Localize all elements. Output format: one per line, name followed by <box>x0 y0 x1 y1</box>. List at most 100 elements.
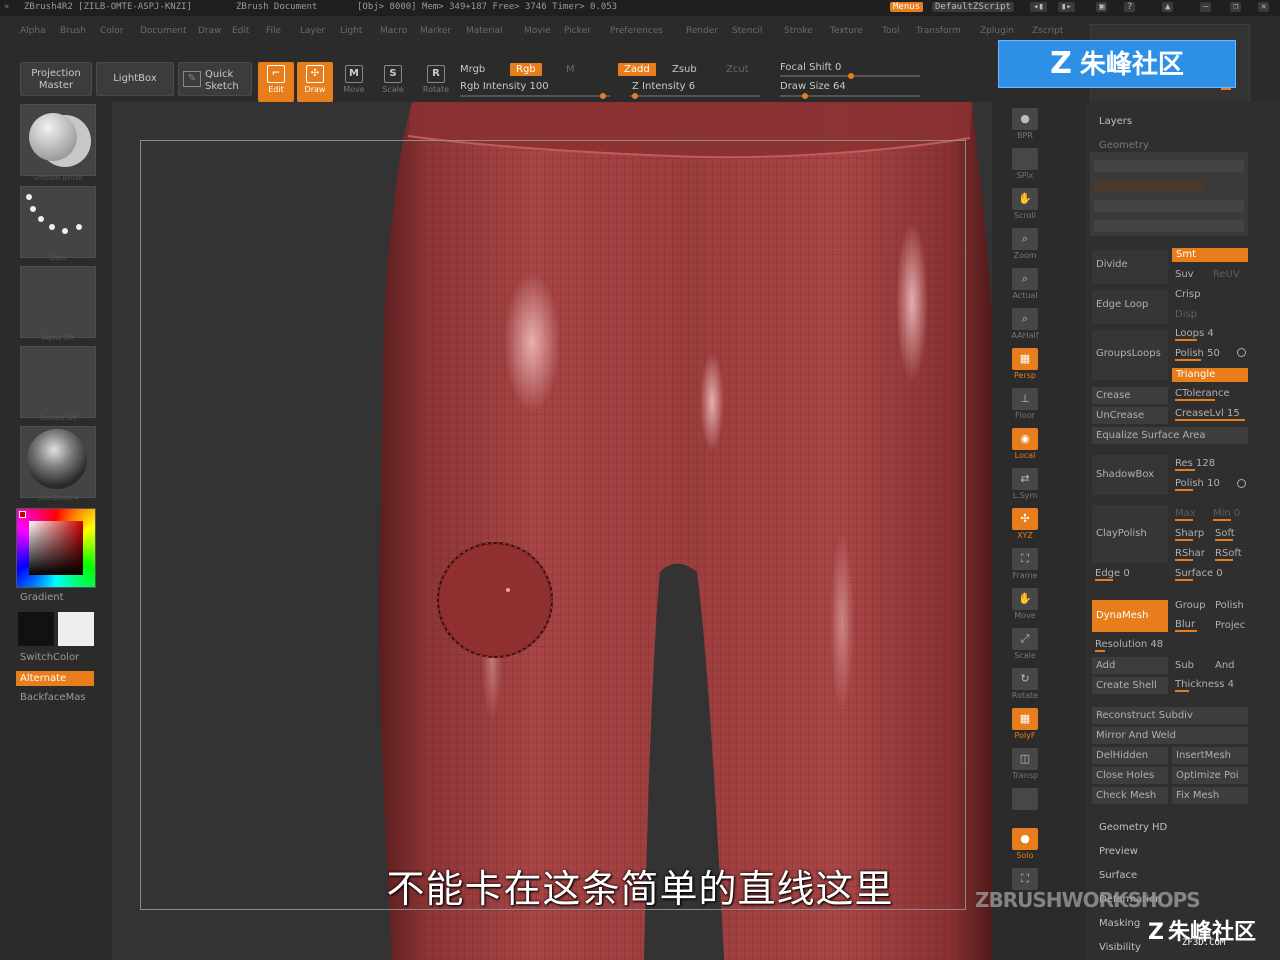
resolution-slider[interactable]: Resolution 48 <box>1092 636 1163 653</box>
view-tool-ghost[interactable] <box>1008 788 1042 826</box>
view-tool-transp[interactable]: ◫ Transp <box>1008 748 1042 786</box>
menus-button[interactable]: Menus <box>890 2 924 12</box>
lock-icon[interactable]: ▲ <box>1162 2 1174 12</box>
prev-layout-icon[interactable]: ◂▮ <box>1030 2 1047 12</box>
shadowbox-curve-icon[interactable] <box>1237 479 1246 488</box>
menu-item-preferences[interactable]: Preferences <box>610 26 663 36</box>
menu-item-alpha[interactable]: Alpha <box>20 26 46 36</box>
edit-mode-button[interactable]: ⌐ Edit <box>258 62 294 102</box>
equalize-surface-area-button[interactable]: Equalize Surface Area <box>1092 427 1248 444</box>
view-tool-scroll[interactable]: ✋ Scroll <box>1008 188 1042 226</box>
triangle-toggle[interactable]: Triangle <box>1172 368 1248 382</box>
menu-item-file[interactable]: File <box>266 26 281 36</box>
view-tool-polyf[interactable]: ▦ PolyF <box>1008 708 1042 746</box>
next-layout-icon[interactable]: ▮▸ <box>1058 2 1075 12</box>
rgb-toggle[interactable]: Rgb <box>510 63 542 76</box>
view-tool-xyz[interactable]: ✣ XYZ <box>1008 508 1042 546</box>
visibility-section[interactable]: Visibility <box>1099 942 1141 953</box>
close-icon[interactable]: ✕ <box>1258 2 1270 12</box>
main-color-swatch[interactable] <box>19 511 26 518</box>
view-tool-local[interactable]: ◉ Local <box>1008 428 1042 466</box>
rshar-slider[interactable]: RShar <box>1172 545 1205 562</box>
texture-selector[interactable] <box>20 346 96 418</box>
scale-mode-button[interactable]: S Scale <box>375 62 411 102</box>
menu-item-movie[interactable]: Movie <box>524 26 551 36</box>
ctolerance-slider[interactable]: CTolerance <box>1172 385 1230 402</box>
blur-slider[interactable]: Blur <box>1172 616 1197 633</box>
preview-section[interactable]: Preview <box>1099 846 1138 857</box>
zadd-toggle[interactable]: Zadd <box>618 63 656 76</box>
optimize-points-button[interactable]: Optimize Poi <box>1172 767 1248 784</box>
draw-mode-button[interactable]: ✣ Draw <box>297 62 333 102</box>
view-tool-lsym[interactable]: ⇄ L.Sym <box>1008 468 1042 506</box>
menu-item-transform[interactable]: Transform <box>916 26 961 36</box>
menu-item-edit[interactable]: Edit <box>232 26 249 36</box>
view-tool-persp[interactable]: ▦ Persp <box>1008 348 1042 386</box>
group-toggle[interactable]: Group <box>1172 597 1205 614</box>
geometry-hd-section[interactable]: Geometry HD <box>1099 822 1167 833</box>
alternate-button[interactable]: Alternate <box>16 671 94 686</box>
view-tool-scale[interactable]: ⤢ Scale <box>1008 628 1042 666</box>
menu-item-draw[interactable]: Draw <box>198 26 222 36</box>
lightbox-button[interactable]: LightBox <box>96 62 174 96</box>
mirror-and-weld-button[interactable]: Mirror And Weld <box>1092 727 1248 744</box>
dynamesh-button[interactable]: DynaMesh <box>1092 600 1168 632</box>
delhidden-button[interactable]: DelHidden <box>1092 747 1168 764</box>
geometry-section[interactable]: Geometry <box>1099 140 1149 151</box>
brush-selector[interactable] <box>20 104 96 176</box>
polish10-slider[interactable]: Polish 10 <box>1172 475 1220 492</box>
view-tool-floor[interactable]: ⊥ Floor <box>1008 388 1042 426</box>
polish-curve-icon[interactable] <box>1237 348 1246 357</box>
restore-icon[interactable]: ❐ <box>1230 2 1242 12</box>
suv-toggle[interactable]: Suv <box>1172 266 1194 283</box>
backface-mask-button[interactable]: BackfaceMas <box>20 692 86 703</box>
fix-mesh-button[interactable]: Fix Mesh <box>1172 787 1248 804</box>
menu-item-macro[interactable]: Macro <box>380 26 407 36</box>
polish-slider[interactable]: Polish 50 <box>1172 345 1220 362</box>
menu-item-stroke[interactable]: Stroke <box>784 26 813 36</box>
menu-item-tool[interactable]: Tool <box>882 26 899 36</box>
draw-size-slider[interactable] <box>780 93 920 99</box>
menu-item-brush[interactable]: Brush <box>60 26 86 36</box>
menu-item-zscript[interactable]: Zscript <box>1032 26 1063 36</box>
thickness-slider[interactable]: Thickness 4 <box>1172 676 1234 693</box>
divide-button[interactable]: Divide <box>1092 250 1168 284</box>
view-tool-aahalf[interactable]: ⌕ AAHalf <box>1008 308 1042 346</box>
rgb-intensity-slider[interactable] <box>460 93 610 99</box>
move-mode-button[interactable]: M Move <box>336 62 372 102</box>
color-picker[interactable] <box>16 508 96 588</box>
mrgb-toggle[interactable]: Mrgb <box>460 64 485 75</box>
edge-slider[interactable]: Edge 0 <box>1092 565 1130 582</box>
zcut-toggle[interactable]: Zcut <box>726 64 749 75</box>
shadowbox-button[interactable]: ShadowBox <box>1092 455 1168 495</box>
color-square[interactable] <box>29 521 83 575</box>
menu-item-document[interactable]: Document <box>140 26 187 36</box>
focal-shift-slider[interactable] <box>780 73 920 79</box>
sharp-slider[interactable]: Sharp <box>1172 525 1204 542</box>
m-toggle[interactable]: M <box>566 64 575 75</box>
reconstruct-subdiv-button[interactable]: Reconstruct Subdiv <box>1092 707 1248 724</box>
uncrease-button[interactable]: UnCrease <box>1092 407 1168 424</box>
menu-item-layer[interactable]: Layer <box>300 26 325 36</box>
crisp-toggle[interactable]: Crisp <box>1172 286 1200 303</box>
document-icon[interactable]: ▣ <box>1096 2 1108 12</box>
view-tool-bpr[interactable]: ● BPR <box>1008 108 1042 146</box>
close-holes-button[interactable]: Close Holes <box>1092 767 1168 784</box>
z-intensity-slider[interactable] <box>630 93 760 99</box>
rotate-mode-button[interactable]: R Rotate <box>418 62 454 102</box>
menu-item-color[interactable]: Color <box>100 26 124 36</box>
menu-item-light[interactable]: Light <box>340 26 362 36</box>
menu-item-stencil[interactable]: Stencil <box>732 26 762 36</box>
smt-toggle[interactable]: Smt <box>1172 248 1248 262</box>
view-tool-rotate[interactable]: ↻ Rotate <box>1008 668 1042 706</box>
view-tool-move[interactable]: ✋ Move <box>1008 588 1042 626</box>
insertmesh-button[interactable]: InsertMesh <box>1172 747 1248 764</box>
create-shell-button[interactable]: Create Shell <box>1092 677 1168 694</box>
quick-sketch-button[interactable]: ✎ Quick Sketch <box>178 62 252 96</box>
dynamesh-add-button[interactable]: Add <box>1092 657 1168 674</box>
zsub-toggle[interactable]: Zsub <box>672 64 697 75</box>
rsoft-slider[interactable]: RSoft <box>1212 545 1242 562</box>
masking-section[interactable]: Masking <box>1099 918 1140 929</box>
project-toggle[interactable]: Projec <box>1212 617 1245 634</box>
dynamesh-sub-button[interactable]: Sub <box>1172 657 1194 674</box>
